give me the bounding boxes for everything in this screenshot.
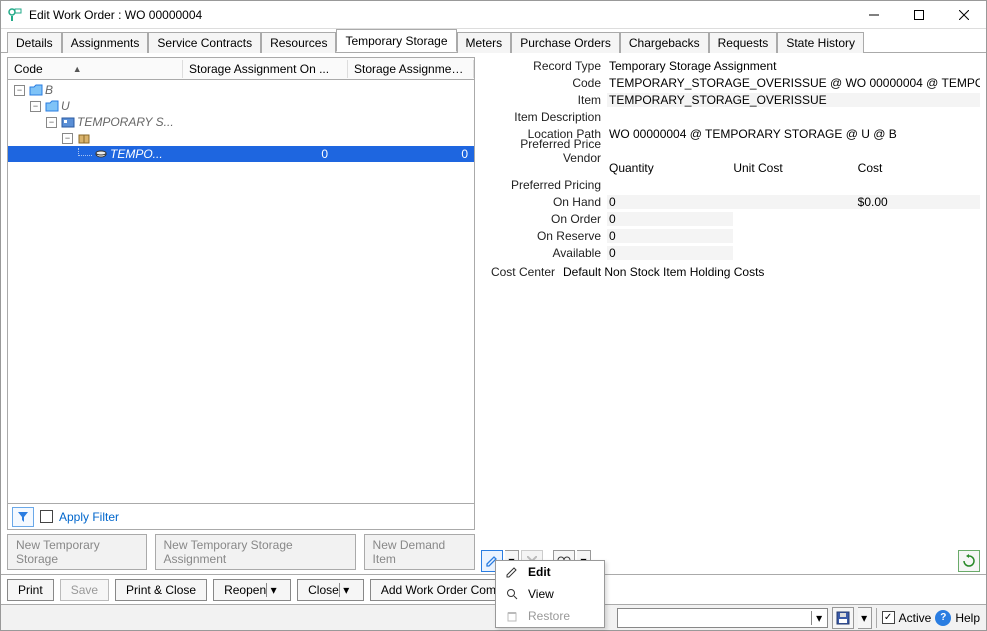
chevron-down-icon[interactable]: ▾ <box>266 583 280 597</box>
restore-icon <box>504 610 520 622</box>
tab-temporary-storage[interactable]: Temporary Storage <box>336 29 456 52</box>
on-order-qty: 0 <box>607 212 733 226</box>
minimize-button[interactable] <box>851 1 896 29</box>
context-menu: Edit View Restore <box>495 560 605 628</box>
apply-filter-checkbox[interactable] <box>40 510 53 523</box>
tab-strip: Details Assignments Service Contracts Re… <box>1 29 986 53</box>
item-value: TEMPORARY_STORAGE_OVERISSUE <box>607 93 980 107</box>
code-value: TEMPORARY_STORAGE_OVERISSUE @ WO 0000000… <box>607 76 980 90</box>
apply-filter-label[interactable]: Apply Filter <box>59 510 119 524</box>
folder-icon <box>29 83 43 97</box>
tree-header-on[interactable]: Storage Assignment On ... <box>183 60 348 78</box>
tab-requests[interactable]: Requests <box>709 32 778 53</box>
filter-icon-button[interactable] <box>12 507 34 527</box>
window-title: Edit Work Order : WO 00000004 <box>29 8 851 22</box>
app-icon <box>7 7 23 23</box>
on-hand-cost: $0.00 <box>856 195 980 209</box>
on-hand-qty: 0 <box>607 195 731 209</box>
new-demand-item-button[interactable]: New Demand Item <box>364 534 475 570</box>
chevron-down-icon[interactable]: ▾ <box>811 611 827 625</box>
reopen-button[interactable]: Reopen▾ <box>213 579 291 601</box>
tree-view[interactable]: − B − U − TEMPORARY S... − <box>7 79 475 504</box>
close-button[interactable]: Close▾ <box>297 579 364 601</box>
box-icon <box>77 131 91 145</box>
menu-item-edit[interactable]: Edit <box>496 561 604 583</box>
expander-icon[interactable]: − <box>46 117 57 128</box>
status-combo[interactable]: ▾ <box>617 608 828 628</box>
save-button: Save <box>60 579 109 601</box>
expander-icon[interactable]: − <box>30 101 41 112</box>
item-desc-label: Item Description <box>481 110 607 124</box>
print-button[interactable]: Print <box>7 579 54 601</box>
new-temporary-storage-assignment-button[interactable]: New Temporary Storage Assignment <box>155 534 356 570</box>
available-label: Available <box>481 246 607 260</box>
view-icon <box>504 588 520 600</box>
location-path-value: WO 00000004 @ TEMPORARY STORAGE @ U @ B <box>607 127 980 141</box>
on-reserve-qty: 0 <box>607 229 733 243</box>
record-type-label: Record Type <box>481 59 607 73</box>
save-icon-button[interactable] <box>832 607 854 629</box>
folder-icon <box>45 99 59 113</box>
expander-icon[interactable]: − <box>62 133 73 144</box>
preferred-pricing-label: Preferred Pricing <box>481 178 607 192</box>
edit-icon <box>504 566 520 578</box>
tree-header-av[interactable]: Storage Assignment Av... <box>348 60 474 78</box>
tree-header: Code▲ Storage Assignment On ... Storage … <box>7 57 475 79</box>
item-label: Item <box>481 93 607 107</box>
help-label[interactable]: Help <box>955 611 980 625</box>
tree-node-u[interactable]: U <box>61 98 70 114</box>
detail-form: Record TypeTemporary Storage Assignment … <box>481 57 980 283</box>
tree-node-root[interactable]: B <box>45 82 53 98</box>
chevron-down-icon[interactable]: ▾ <box>339 583 353 597</box>
status-bar: ▾ ▾ Active ? Help <box>1 604 986 630</box>
tab-purchase-orders[interactable]: Purchase Orders <box>511 32 620 53</box>
tab-chargebacks[interactable]: Chargebacks <box>620 32 709 53</box>
title-bar: Edit Work Order : WO 00000004 <box>1 1 986 29</box>
tree-node-temp[interactable]: TEMPORARY S... <box>77 114 174 130</box>
tab-service-contracts[interactable]: Service Contracts <box>148 32 261 53</box>
refresh-button[interactable] <box>958 550 980 572</box>
tree-node-selected[interactable]: TEMPO... 0 0 <box>8 146 474 162</box>
cost-center-value: Default Non Stock Item Holding Costs <box>561 265 980 279</box>
available-qty: 0 <box>607 246 733 260</box>
close-window-button[interactable] <box>941 1 986 29</box>
on-order-label: On Order <box>481 212 607 226</box>
quantity-header: Quantity <box>607 161 731 175</box>
print-close-button[interactable]: Print & Close <box>115 579 207 601</box>
storage-icon <box>61 115 75 129</box>
code-label: Code <box>481 76 607 90</box>
record-type-value: Temporary Storage Assignment <box>607 59 980 73</box>
tab-state-history[interactable]: State History <box>777 32 864 53</box>
active-label: Active <box>899 611 932 625</box>
active-checkbox[interactable] <box>882 611 895 624</box>
help-icon[interactable]: ? <box>935 610 951 626</box>
on-hand-label: On Hand <box>481 195 607 209</box>
save-dropdown[interactable]: ▾ <box>858 607 872 629</box>
new-temporary-storage-button[interactable]: New Temporary Storage <box>7 534 147 570</box>
tab-details[interactable]: Details <box>7 32 62 53</box>
cost-header: Cost <box>856 161 980 175</box>
tab-resources[interactable]: Resources <box>261 32 336 53</box>
maximize-button[interactable] <box>896 1 941 29</box>
unit-cost-header: Unit Cost <box>731 161 855 175</box>
cost-center-label: Cost Center <box>481 265 561 279</box>
menu-item-restore: Restore <box>496 605 604 627</box>
expander-icon[interactable]: − <box>14 85 25 96</box>
tab-meters[interactable]: Meters <box>457 32 512 53</box>
item-icon <box>94 147 108 161</box>
on-reserve-label: On Reserve <box>481 229 607 243</box>
tab-assignments[interactable]: Assignments <box>62 32 149 53</box>
menu-item-view[interactable]: View <box>496 583 604 605</box>
tree-header-code[interactable]: Code▲ <box>8 60 183 78</box>
